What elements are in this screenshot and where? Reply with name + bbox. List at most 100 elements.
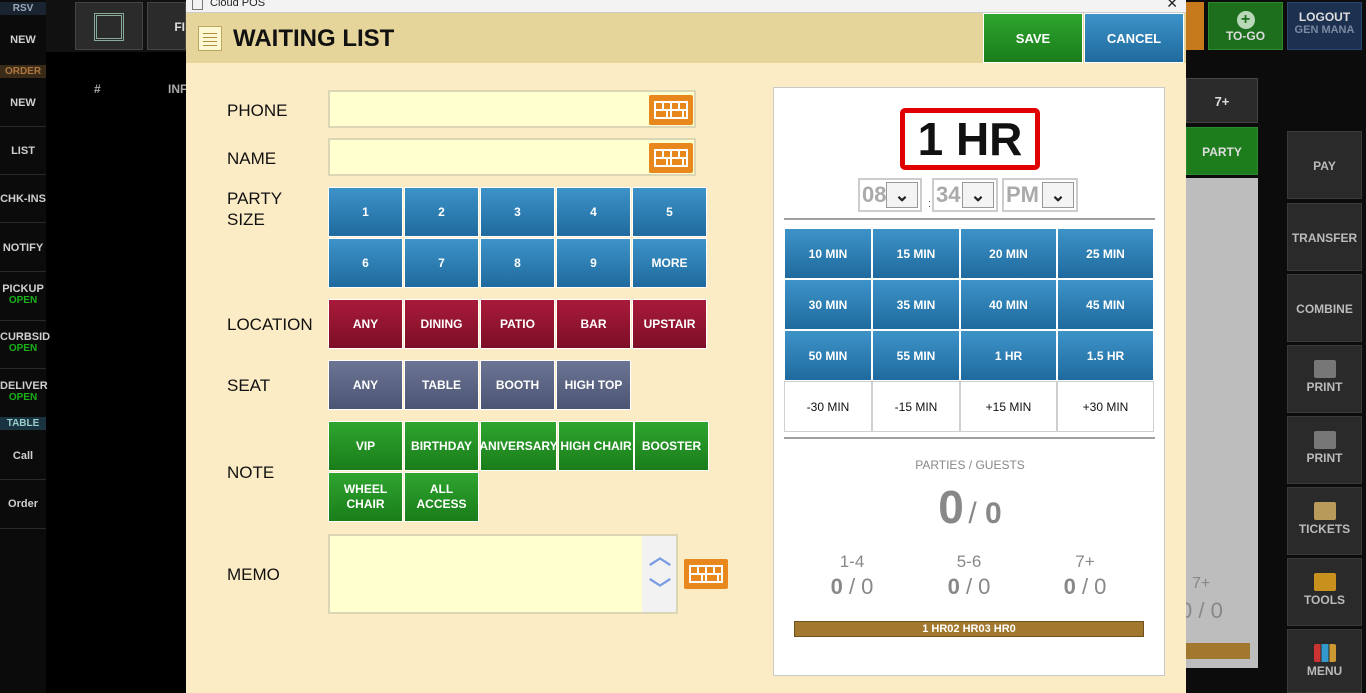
orange-button[interactable] bbox=[1186, 2, 1204, 50]
screen: RSV NEW ORDER NEW LIST CHK-INS NOTIFY PI… bbox=[0, 0, 1366, 693]
note-wheel-chair[interactable]: WHEEL CHAIR bbox=[328, 472, 403, 522]
cancel-button[interactable]: CANCEL bbox=[1084, 13, 1184, 63]
chevron-down-icon[interactable]: ⌄ bbox=[962, 182, 994, 208]
divider bbox=[0, 222, 46, 223]
tools-button[interactable]: TOOLS bbox=[1287, 558, 1362, 626]
seat-booth[interactable]: BOOTH bbox=[480, 360, 555, 410]
to-go-button[interactable]: + TO-GO bbox=[1208, 2, 1283, 50]
group-value: 0 / 0 bbox=[947, 574, 991, 599]
wait-time-display: 1 HR bbox=[900, 108, 1040, 170]
party-button[interactable]: PARTY bbox=[1186, 127, 1258, 175]
party-size-8[interactable]: 8 bbox=[480, 238, 555, 288]
party-size-3[interactable]: 3 bbox=[480, 187, 555, 237]
note-label: NOTE bbox=[227, 463, 275, 482]
print-kitchen-button[interactable]: PRINT bbox=[1287, 416, 1362, 484]
time-40-min[interactable]: 40 MIN bbox=[960, 279, 1057, 330]
note-high-chair[interactable]: HIGH CHAIR bbox=[558, 421, 634, 471]
column-header-number: # bbox=[94, 82, 101, 96]
adjust-plus-15-min[interactable]: +15 MIN bbox=[960, 381, 1057, 432]
pay-button[interactable]: PAY bbox=[1287, 131, 1362, 199]
party-size-7[interactable]: 7 bbox=[404, 238, 479, 288]
phone-keyboard-icon[interactable] bbox=[649, 95, 693, 125]
time-45-min[interactable]: 45 MIN bbox=[1057, 279, 1154, 330]
time-25-min[interactable]: 25 MIN bbox=[1057, 228, 1154, 279]
group-7-plus: 7+ 0 / 0 bbox=[1030, 552, 1140, 600]
hour-select[interactable]: 08 ⌄ bbox=[858, 178, 922, 212]
ampm-select[interactable]: PM ⌄ bbox=[1002, 178, 1078, 212]
window-close-button[interactable]: ✕ bbox=[1166, 0, 1178, 12]
curbside-status: OPEN bbox=[8, 343, 38, 354]
chevron-down-icon[interactable]: ﹀ bbox=[649, 579, 671, 601]
time-55-min[interactable]: 55 MIN bbox=[872, 330, 960, 381]
print-bill-button[interactable]: PRINT bbox=[1287, 345, 1362, 413]
adjust-plus-30-min[interactable]: +30 MIN bbox=[1057, 381, 1154, 432]
note-vip[interactable]: VIP bbox=[328, 421, 403, 471]
chevron-down-icon[interactable]: ⌄ bbox=[886, 182, 918, 208]
location-dining[interactable]: DINING bbox=[404, 299, 479, 349]
location-any[interactable]: ANY bbox=[328, 299, 403, 349]
order-new-button[interactable]: NEW bbox=[0, 97, 46, 109]
chevron-down-icon[interactable]: ⌄ bbox=[1042, 182, 1074, 208]
menu-button[interactable]: MENU bbox=[1287, 629, 1362, 693]
pickup-button[interactable]: PICKUP OPEN bbox=[0, 283, 46, 306]
save-button[interactable]: SAVE bbox=[983, 13, 1083, 63]
memo-textarea[interactable] bbox=[328, 534, 678, 614]
party-size-4[interactable]: 4 bbox=[556, 187, 631, 237]
delivery-status: OPEN bbox=[8, 392, 38, 403]
chevron-up-icon[interactable]: ︿ bbox=[649, 546, 671, 568]
location-patio[interactable]: PATIO bbox=[480, 299, 555, 349]
party-size-label-line2: SIZE bbox=[227, 210, 265, 229]
time-15-min[interactable]: 15 MIN bbox=[872, 228, 960, 279]
time-20-min[interactable]: 20 MIN bbox=[960, 228, 1057, 279]
phone-input[interactable] bbox=[328, 90, 696, 128]
time-50-min[interactable]: 50 MIN bbox=[784, 330, 872, 381]
minute-select[interactable]: 34 ⌄ bbox=[932, 178, 998, 212]
party-size-filter-7plus[interactable]: 7+ bbox=[1186, 78, 1258, 123]
party-size-9[interactable]: 9 bbox=[556, 238, 631, 288]
notepad-icon bbox=[198, 26, 222, 51]
combine-button[interactable]: COMBINE bbox=[1287, 274, 1362, 342]
time-1-hr[interactable]: 1 HR bbox=[960, 330, 1057, 381]
transfer-button[interactable]: TRANSFER bbox=[1287, 203, 1362, 271]
location-bar[interactable]: BAR bbox=[556, 299, 631, 349]
memo-keyboard-icon[interactable] bbox=[684, 559, 728, 589]
check-ins-button[interactable]: CHK-INS bbox=[0, 193, 46, 205]
party-size-1[interactable]: 1 bbox=[328, 187, 403, 237]
time-10-min[interactable]: 10 MIN bbox=[784, 228, 872, 279]
party-size-label: PARTY SIZE bbox=[227, 188, 282, 230]
party-size-more[interactable]: MORE bbox=[632, 238, 707, 288]
logout-button[interactable]: LOGOUT GEN MANA bbox=[1287, 2, 1362, 50]
divider bbox=[0, 126, 46, 127]
note-birthday[interactable]: BIRTHDAY bbox=[404, 421, 479, 471]
party-size-6[interactable]: 6 bbox=[328, 238, 403, 288]
group-value: 0 / 0 bbox=[830, 574, 874, 599]
seat-table[interactable]: TABLE bbox=[404, 360, 479, 410]
floor-button[interactable]: FI bbox=[147, 2, 186, 50]
location-upstair[interactable]: UPSTAIR bbox=[632, 299, 707, 349]
window-title-bar[interactable]: Cloud POS ✕ bbox=[186, 0, 1186, 13]
logo-button[interactable] bbox=[75, 2, 143, 50]
note-booster[interactable]: BOOSTER bbox=[634, 421, 709, 471]
party-size-5[interactable]: 5 bbox=[632, 187, 707, 237]
party-size-2[interactable]: 2 bbox=[404, 187, 479, 237]
name-keyboard-icon[interactable] bbox=[649, 143, 693, 173]
note-anniversary[interactable]: ANIVERSARY bbox=[479, 421, 558, 471]
seat-high-top[interactable]: HIGH TOP bbox=[556, 360, 631, 410]
time-1-5-hr[interactable]: 1.5 HR bbox=[1057, 330, 1154, 381]
call-button[interactable]: Call bbox=[0, 450, 46, 462]
name-input[interactable] bbox=[328, 138, 696, 176]
time-30-min[interactable]: 30 MIN bbox=[784, 279, 872, 330]
party-size-label-line1: PARTY bbox=[227, 189, 283, 208]
list-button[interactable]: LIST bbox=[0, 145, 46, 157]
rsv-new-button[interactable]: NEW bbox=[0, 34, 46, 46]
delivery-button[interactable]: DELIVER OPEN bbox=[0, 380, 48, 403]
seat-any[interactable]: ANY bbox=[328, 360, 403, 410]
tickets-button[interactable]: TICKETS bbox=[1287, 487, 1362, 555]
notify-button[interactable]: NOTIFY bbox=[0, 242, 46, 254]
order-button[interactable]: Order bbox=[0, 498, 46, 510]
adjust-minus-30-min[interactable]: -30 MIN bbox=[784, 381, 872, 432]
curbside-button[interactable]: CURBSID OPEN bbox=[0, 331, 50, 354]
time-35-min[interactable]: 35 MIN bbox=[872, 279, 960, 330]
adjust-minus-15-min[interactable]: -15 MIN bbox=[872, 381, 960, 432]
note-all-access[interactable]: ALL ACCESS bbox=[404, 472, 479, 522]
